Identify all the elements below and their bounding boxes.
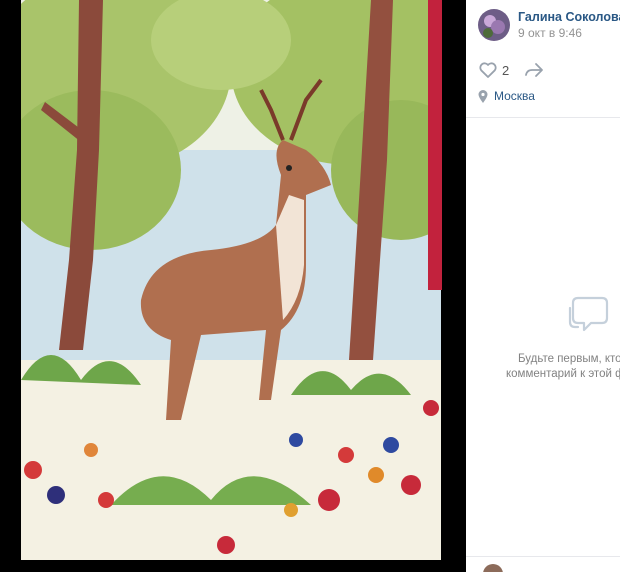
photo[interactable] [21,0,441,560]
divider [466,117,620,118]
heart-icon[interactable] [478,60,498,80]
map-pin-icon [478,89,488,103]
photo-edge-accent [428,0,442,290]
deer-painting [21,0,441,560]
empty-comments-text: Будьте первым, кто о [518,353,620,365]
post-date[interactable]: 9 окт в 9:46 [518,26,582,40]
like-count: 2 [502,62,510,78]
share-arrow-icon[interactable] [523,60,545,80]
empty-comments-text-2: комментарий к этой фо [506,368,620,380]
post-sidebar: Галина Соколова 9 окт в 9:46 2 Москва Бу… [466,0,620,572]
author-block [478,8,518,42]
author-name[interactable]: Галина Соколова [518,10,620,24]
post-actions: 2 [478,60,545,80]
photo-viewer [0,0,466,572]
post-location[interactable]: Москва [478,89,535,103]
comment-bubble-icon [566,294,610,336]
avatar[interactable] [478,9,510,41]
comment-form-divider [466,556,620,557]
current-user-avatar [483,564,503,572]
location-label: Москва [494,89,535,103]
